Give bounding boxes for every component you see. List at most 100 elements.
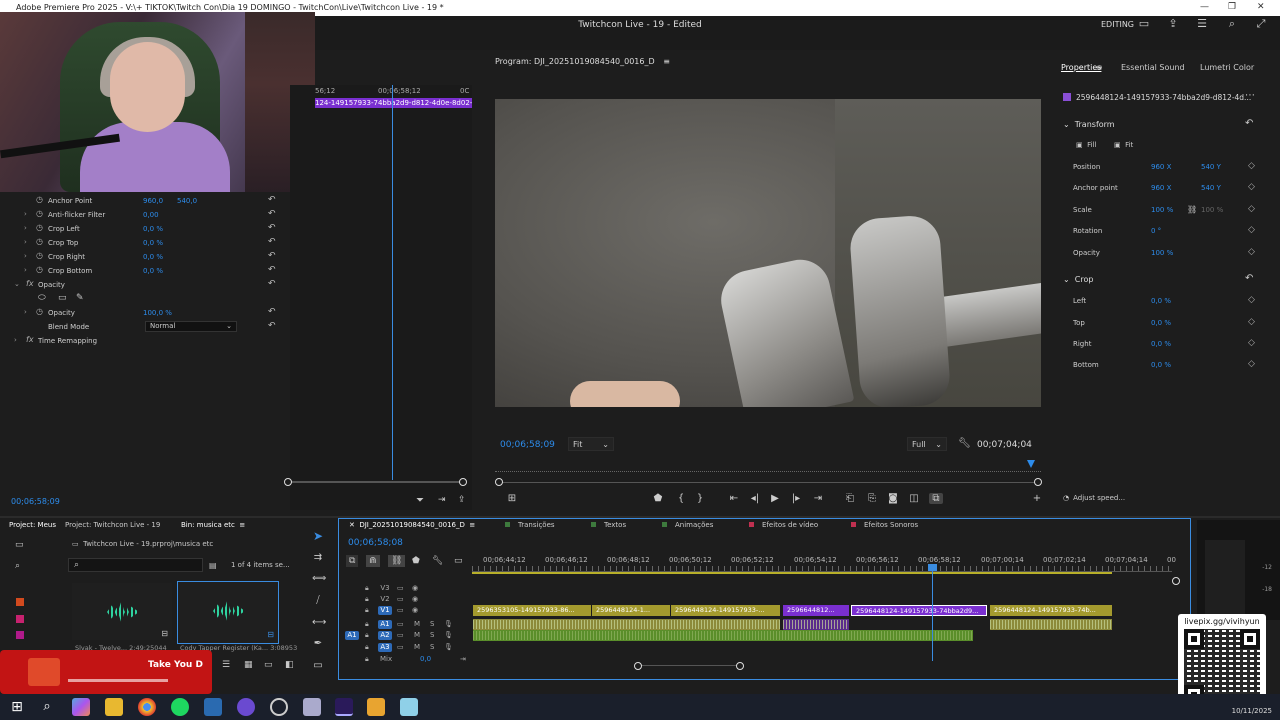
icon-view-icon[interactable]: ▦ — [244, 660, 253, 670]
scroll-knob-right[interactable] — [459, 478, 467, 486]
timeline-playhead[interactable] — [932, 566, 933, 661]
play-only-icon[interactable]: ⇥ — [438, 495, 446, 505]
pen-tool-icon[interactable]: ✒ — [312, 638, 324, 650]
keyframe-icon[interactable]: ◇ — [1248, 338, 1255, 348]
reset-icon[interactable]: ↶ — [1245, 273, 1253, 284]
keyframe-icon[interactable]: ◇ — [1248, 182, 1255, 192]
stopwatch-icon[interactable]: ◷ — [36, 251, 43, 260]
opacity-section[interactable]: ⌄ fx Opacity ↶ — [0, 278, 290, 292]
playhead-timecode[interactable]: 00;06;58;09 — [500, 440, 555, 450]
linked-selection-icon[interactable]: ⛓︎ — [388, 555, 406, 567]
collapse-icon[interactable]: ⌄ — [14, 280, 20, 288]
camera-icon[interactable]: ◙ — [886, 493, 900, 504]
go-to-in-icon[interactable]: ⇤ — [727, 493, 741, 504]
scroll-knob-left[interactable] — [284, 478, 292, 486]
settings-wrench-icon[interactable]: 🔧︎ — [432, 556, 443, 566]
audio-clip[interactable] — [473, 619, 780, 630]
sequence-tab[interactable]: Animações — [662, 521, 713, 529]
sequence-tab[interactable]: Textos — [591, 521, 626, 529]
mini-ruler[interactable]: 56;12 00;06;58;12 0C — [290, 85, 472, 97]
expand-icon[interactable]: › — [24, 252, 27, 260]
obs-icon[interactable] — [270, 698, 288, 716]
program-scrubber[interactable] — [495, 460, 1041, 472]
more-icon[interactable]: ⋯ — [1245, 90, 1255, 101]
share-icon[interactable]: ⇪ — [1166, 17, 1180, 31]
search-icon[interactable]: ⌕ — [38, 698, 56, 716]
new-bin-icon[interactable]: ▭ — [264, 660, 273, 670]
fit-button[interactable]: ▣ Fit — [1114, 141, 1133, 149]
step-back-icon[interactable]: ◂| — [748, 493, 762, 504]
transform-header[interactable]: ⌄ Transform — [1063, 120, 1115, 129]
keyframe-icon[interactable]: ◇ — [1248, 295, 1255, 305]
program-monitor-tab[interactable]: Program: DJI_20251019084540_0016_D ≡ — [495, 57, 670, 66]
expand-icon[interactable]: › — [24, 308, 27, 316]
tab-project-meus[interactable]: Project: Meus — [9, 521, 56, 529]
notepad-icon[interactable] — [400, 698, 418, 716]
keyframe-icon[interactable]: ◇ — [1248, 225, 1255, 235]
vertical-zoom-knob[interactable] — [1172, 577, 1180, 585]
stopwatch-icon[interactable]: ◷ — [36, 209, 43, 218]
razor-icon[interactable]: ⧸ — [312, 595, 324, 607]
captions-icon[interactable]: ▭ — [454, 556, 463, 566]
new-item-icon[interactable]: ◧ — [285, 660, 294, 670]
nest-icon[interactable]: ⧉ — [346, 555, 359, 567]
stopwatch-icon[interactable]: ◷ — [36, 265, 43, 274]
crop-header[interactable]: ⌄ Crop — [1063, 275, 1093, 284]
eye-icon[interactable]: ◉ — [412, 606, 418, 614]
video-clip-selected[interactable]: 2596448124-149157933-74bba2d9... — [851, 605, 987, 616]
proxy-toggle-icon[interactable]: ⧉ — [929, 493, 943, 504]
lift-icon[interactable]: ⎗ — [843, 493, 857, 504]
close-icon[interactable]: ✕ — [1257, 2, 1265, 12]
expand-icon[interactable]: › — [14, 336, 17, 344]
tab-lumetri-color[interactable]: Lumetri Color — [1200, 63, 1254, 72]
eye-icon[interactable]: ◉ — [412, 595, 418, 603]
sequence-tab[interactable]: Transições — [505, 521, 555, 529]
file-explorer-icon[interactable] — [105, 698, 123, 716]
discord-icon[interactable] — [237, 698, 255, 716]
restore-icon[interactable]: ❐ — [1228, 2, 1236, 12]
keyframe-icon[interactable]: ◇ — [1248, 204, 1255, 214]
blend-mode-select[interactable]: Normal ⌄ — [145, 321, 237, 332]
mini-scrollbar[interactable] — [290, 481, 465, 483]
snap-icon[interactable]: ⋒ — [366, 555, 380, 567]
reset-icon[interactable]: ↶ — [268, 195, 276, 205]
reset-icon[interactable]: ↶ — [268, 265, 276, 275]
video-clip[interactable]: 2596448124-1... — [592, 605, 670, 616]
reset-icon[interactable]: ↶ — [268, 223, 276, 233]
fill-button[interactable]: ▣ Fill — [1076, 141, 1096, 149]
eye-icon[interactable]: ◉ — [412, 584, 418, 592]
list-view-icon[interactable]: ☰ — [222, 660, 230, 670]
keyframe-icon[interactable]: ◇ — [1248, 359, 1255, 369]
link-icon[interactable]: ⛓︎ — [1187, 205, 1197, 214]
add-button-icon[interactable]: + — [1030, 493, 1044, 504]
search-icon[interactable]: ⌕ — [1225, 17, 1239, 31]
keyframe-icon[interactable]: ◇ — [1248, 161, 1255, 171]
tab-menu-icon[interactable]: ≡ — [1096, 63, 1103, 72]
media-thumbnail-selected[interactable]: ⊟ — [177, 581, 279, 644]
export-icon[interactable]: ⇪ — [458, 495, 466, 505]
video-clip[interactable]: 2596448124-149157933-... — [671, 605, 780, 616]
expand-icon[interactable]: › — [24, 210, 27, 218]
mark-out-icon[interactable]: } — [693, 493, 707, 504]
selection-tool-icon[interactable]: ➤ — [312, 530, 324, 542]
timeline-playhead-handle[interactable] — [928, 564, 937, 571]
spotify-icon[interactable] — [171, 698, 189, 716]
mini-playhead[interactable] — [392, 85, 393, 480]
panel-icon[interactable]: ▭ — [1137, 17, 1151, 31]
bin-search-input[interactable]: ⌕ — [68, 558, 203, 572]
new-search-bin-icon[interactable]: ▤ — [209, 561, 217, 570]
pen-mask-icon[interactable]: ✎ — [76, 293, 84, 303]
work-area-bar[interactable] — [472, 572, 1112, 574]
reset-icon[interactable]: ↶ — [268, 321, 276, 331]
sequence-tab[interactable]: Efeitos de vídeo — [749, 521, 818, 529]
slip-tool-icon[interactable]: ⟷ — [312, 617, 326, 629]
ripple-edit-icon[interactable]: ⟺ — [312, 573, 326, 585]
minimize-icon[interactable]: — — [1200, 2, 1209, 12]
search-icon[interactable]: ⌕ — [15, 561, 20, 571]
zoom-knob-left[interactable] — [495, 478, 503, 486]
stopwatch-icon[interactable]: ◷ — [36, 223, 43, 232]
zoom-select[interactable]: Fit ⌄ — [568, 437, 614, 451]
fullscreen-icon[interactable]: ⤢ — [1254, 17, 1268, 31]
zoom-knob-right[interactable] — [1034, 478, 1042, 486]
timeline-zoom-knob-left[interactable] — [634, 662, 642, 670]
